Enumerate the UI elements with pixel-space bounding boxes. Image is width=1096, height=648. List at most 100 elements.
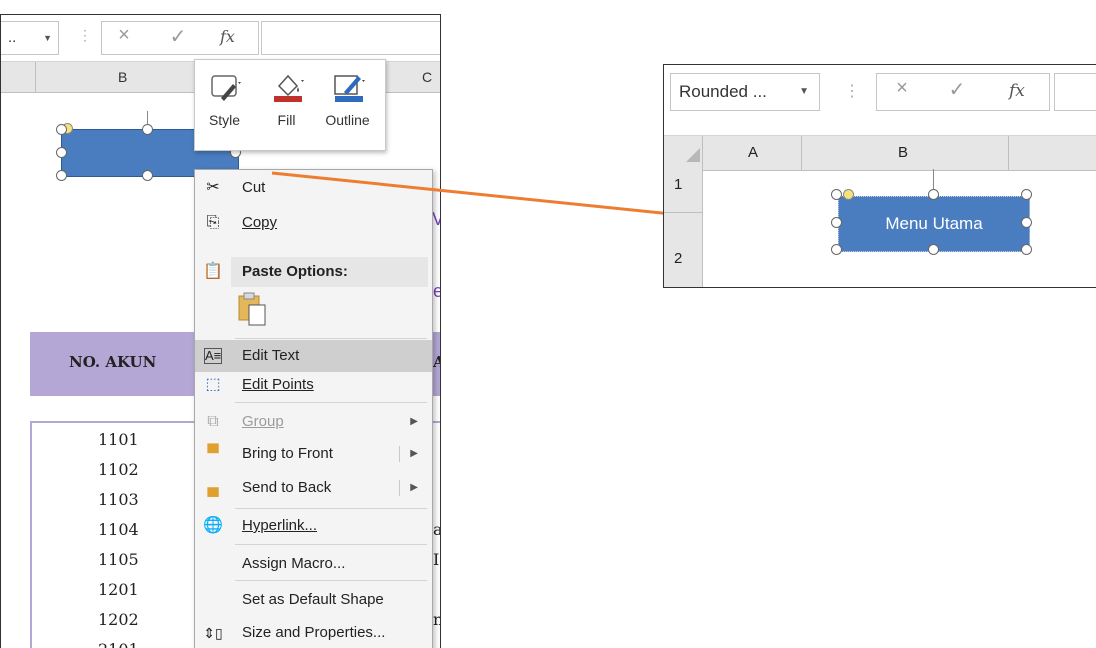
col-a-header[interactable]: A xyxy=(748,144,758,161)
group-label: Group xyxy=(242,413,284,430)
right-excel-window: Rounded ... ▼ ⋮ × ✓ fx A B 1 2 Menu Utam… xyxy=(663,64,1096,288)
row-divider xyxy=(664,212,702,213)
resize-handle-n[interactable] xyxy=(928,189,939,200)
resize-handle-e[interactable] xyxy=(1021,217,1032,228)
resize-handle-s[interactable] xyxy=(928,244,939,255)
menu-item-group[interactable]: ⧉ Group ▶ xyxy=(195,406,432,438)
row-2-header[interactable]: 2 xyxy=(674,250,682,267)
column-header-row: A B xyxy=(664,135,1096,171)
name-box-value: Rounded ... xyxy=(679,82,767,101)
row-1-header[interactable]: 1 xyxy=(674,176,682,193)
send-to-back-label: Send to Back xyxy=(242,479,332,496)
formula-buttons: × ✓ fx xyxy=(876,73,1050,111)
text-fragment: n xyxy=(433,610,440,629)
paste-options-header: Paste Options: xyxy=(231,257,428,287)
resize-handle-w[interactable] xyxy=(56,147,67,158)
size-properties-label: Size and Properties... xyxy=(242,624,386,641)
hyperlink-icon: 🌐 xyxy=(203,517,223,534)
more-icon: ⋮ xyxy=(78,27,92,43)
menu-item-assign-macro[interactable]: Assign Macro... xyxy=(195,548,432,580)
formula-buttons: × ✓ fx xyxy=(101,21,259,55)
formula-input[interactable] xyxy=(1054,73,1096,111)
fill-button[interactable]: Fill xyxy=(259,60,314,150)
fx-icon[interactable]: fx xyxy=(1009,81,1025,101)
menu-separator xyxy=(235,544,427,545)
account-number: 1201 xyxy=(98,580,139,599)
resize-handle-sw[interactable] xyxy=(831,244,842,255)
fx-icon[interactable]: fx xyxy=(220,27,235,46)
resize-handle-sw[interactable] xyxy=(56,170,67,181)
purple-text-fragment-2: e xyxy=(433,281,440,302)
account-number: 1105 xyxy=(98,550,139,569)
copy-label: Copy xyxy=(242,214,278,231)
menu-item-set-default-shape[interactable]: Set as Default Shape xyxy=(195,584,432,616)
resize-handle-w[interactable] xyxy=(831,217,842,228)
menu-item-size-properties[interactable]: ⇕▯ Size and Properties... xyxy=(195,617,432,648)
mini-toolbar: Style Fill Outline xyxy=(194,59,386,151)
menu-item-send-to-back[interactable]: ▄ Send to Back ▶ xyxy=(195,472,432,504)
text-fragment: a xyxy=(433,520,440,539)
shape-text[interactable]: Menu Utama xyxy=(839,197,1029,251)
outline-button[interactable]: Outline xyxy=(320,60,375,150)
scissors-icon: ✂ xyxy=(206,179,220,196)
size-properties-icon: ⇕▯ xyxy=(203,625,223,641)
header-fragment: A xyxy=(433,353,440,371)
purple-text-fragment-1: V xyxy=(432,209,440,230)
copy-icon: ⎘ xyxy=(206,214,220,231)
paste-icon: 📋 xyxy=(203,263,223,280)
account-number: 1101 xyxy=(98,430,139,449)
col-b-header[interactable]: B xyxy=(898,144,908,161)
menu-item-hyperlink[interactable]: 🌐 Hyperlink... xyxy=(195,510,432,542)
paste-options-label: Paste Options: xyxy=(242,263,348,280)
chevron-down-icon[interactable]: ▼ xyxy=(799,74,809,110)
left-excel-window: .. ▼ ⋮ × ✓ fx B C V e NO. AKUN A 1101 11… xyxy=(0,14,441,648)
menu-item-cut[interactable]: ✂ Cut xyxy=(195,172,432,204)
name-box[interactable]: Rounded ... ▼ xyxy=(670,73,820,111)
group-icon: ⧉ xyxy=(207,413,219,430)
style-button[interactable]: Style xyxy=(197,60,252,150)
name-box-value: .. xyxy=(8,29,17,46)
outline-label: Outline xyxy=(325,112,370,128)
col-c-header[interactable]: C xyxy=(422,62,432,92)
clipboard-icon xyxy=(238,292,266,326)
edit-text-label: Edit Text xyxy=(242,347,300,364)
check-icon[interactable]: ✓ xyxy=(942,77,972,102)
menu-item-edit-points[interactable]: ⬚ Edit Points xyxy=(195,369,432,401)
check-icon[interactable]: ✓ xyxy=(164,24,192,49)
menu-separator xyxy=(235,338,427,339)
resize-handle-ne[interactable] xyxy=(1021,189,1032,200)
shape-style-icon xyxy=(211,75,241,101)
name-box[interactable]: .. ▼ xyxy=(1,21,59,55)
bring-to-front-label: Bring to Front xyxy=(242,445,333,462)
paint-bucket-icon xyxy=(274,74,304,102)
style-label: Style xyxy=(208,112,241,128)
resize-handle-se[interactable] xyxy=(1021,244,1032,255)
menu-item-bring-to-front[interactable]: ▀ Bring to Front ▶ xyxy=(195,438,432,470)
resize-handle-s[interactable] xyxy=(142,170,153,181)
bring-to-front-icon: ▀ xyxy=(207,445,219,462)
col-divider xyxy=(801,136,802,170)
rotation-handle[interactable] xyxy=(843,189,854,200)
menu-item-copy[interactable]: ⎘ Copy xyxy=(195,207,432,239)
cancel-icon[interactable]: × xyxy=(887,77,917,100)
context-menu: ✂ Cut ⎘ Copy 📋 Paste Options: A≡ Edit Te… xyxy=(194,169,433,648)
submenu-arrow-icon[interactable]: ▶ xyxy=(410,438,418,470)
resize-handle-nw[interactable] xyxy=(56,124,67,135)
account-number: 1104 xyxy=(98,520,139,539)
submenu-arrow-icon[interactable]: ▶ xyxy=(410,472,418,504)
col-divider xyxy=(1008,136,1009,170)
chevron-down-icon[interactable]: ▼ xyxy=(43,22,52,54)
menu-item-edit-text[interactable]: A≡ Edit Text xyxy=(195,340,432,372)
resize-handle-n[interactable] xyxy=(142,124,153,135)
set-default-label: Set as Default Shape xyxy=(242,591,384,608)
no-akun-header: NO. AKUN xyxy=(69,353,157,371)
col-b-header[interactable]: B xyxy=(118,62,127,92)
split-divider xyxy=(399,480,400,496)
cut-label: Cut xyxy=(242,179,266,196)
formula-input[interactable] xyxy=(261,21,440,55)
paste-keep-source-button[interactable] xyxy=(237,292,273,328)
select-all-icon[interactable] xyxy=(686,148,700,162)
cancel-icon[interactable]: × xyxy=(110,24,138,47)
resize-handle-nw[interactable] xyxy=(831,189,842,200)
account-number: 1202 xyxy=(98,610,139,629)
